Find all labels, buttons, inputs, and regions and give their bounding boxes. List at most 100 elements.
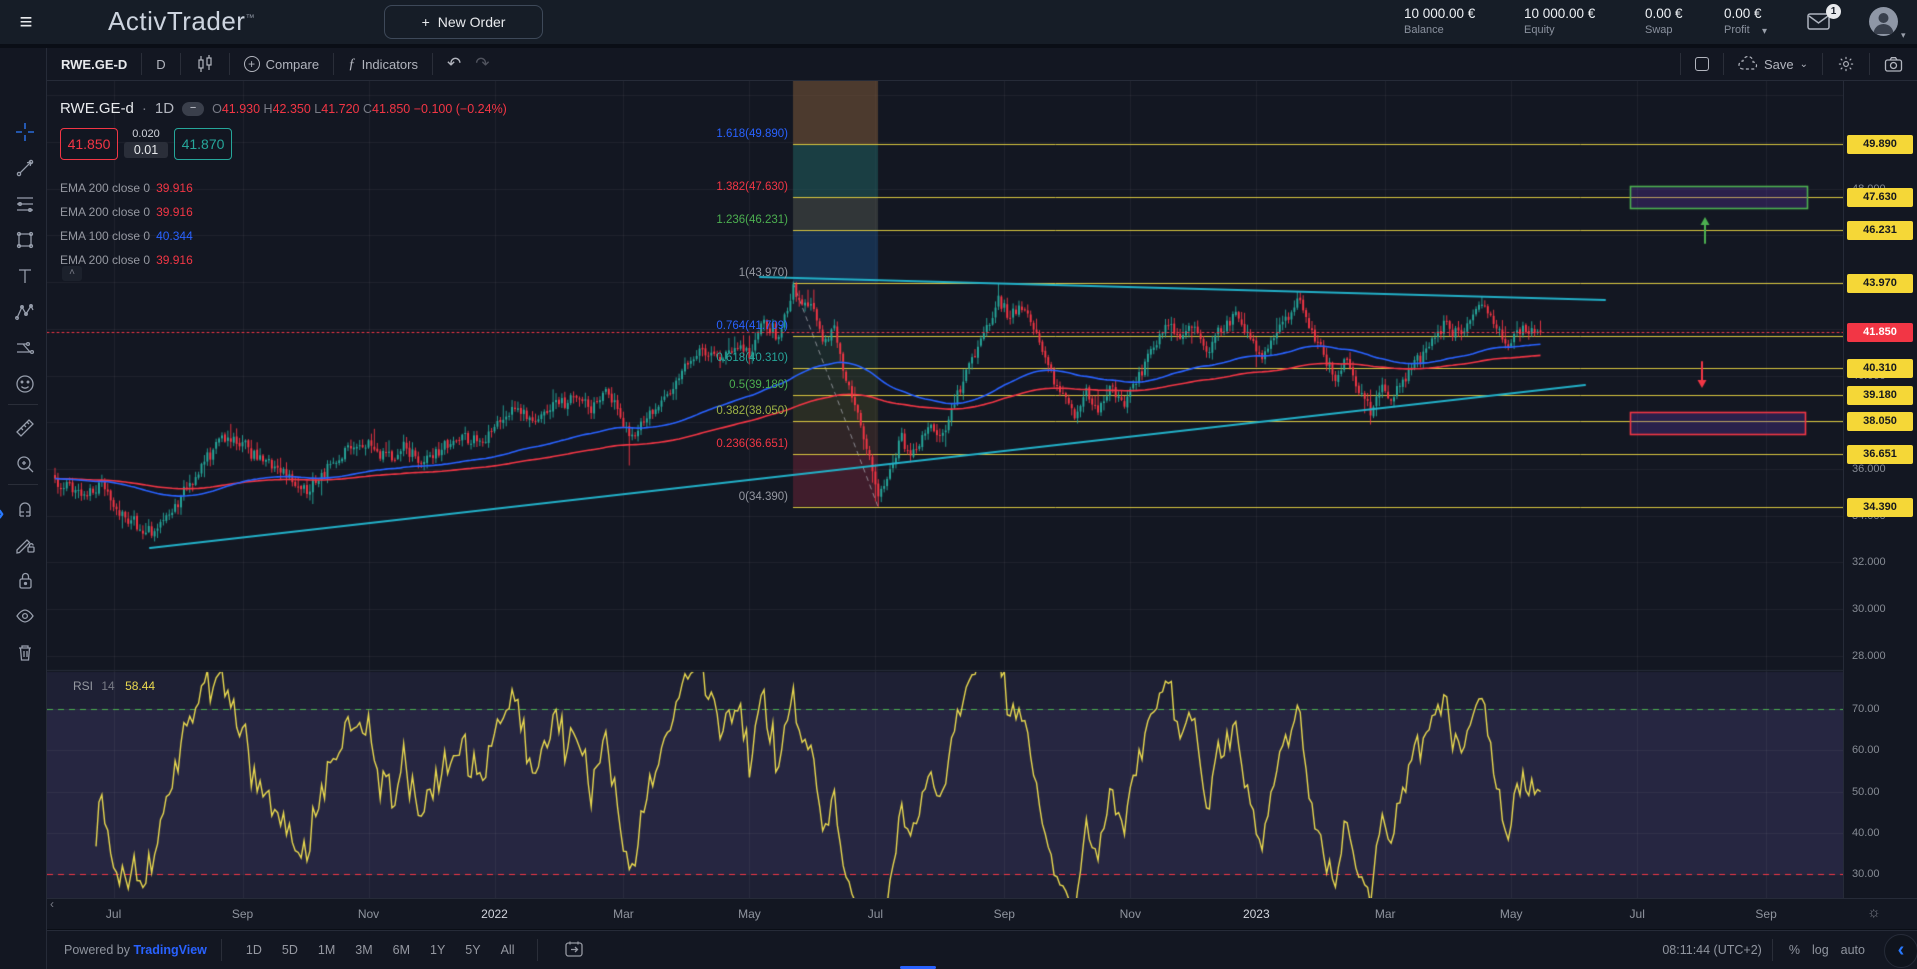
tool-ruler-icon[interactable] (9, 412, 41, 444)
symbol-button[interactable]: RWE.GE-D (47, 48, 141, 80)
price-axis[interactable]: 28.00030.00032.00034.00036.00038.00040.0… (1843, 81, 1917, 898)
timeframe-button-1y[interactable]: 1Y (422, 939, 453, 961)
tool-trend-line-icon[interactable] (9, 152, 41, 184)
stat-value: 10 000.00 € (1524, 6, 1595, 21)
legend-symbol[interactable]: RWE.GE-d (60, 100, 134, 117)
go-to-date-button[interactable] (564, 940, 584, 961)
timeframe-button-5d[interactable]: 5D (274, 939, 306, 961)
timeframe-button-1m[interactable]: 1M (310, 939, 343, 961)
theme-sun-icon[interactable]: ☼ (1867, 904, 1881, 921)
fib-level-label: 0.5(39.180) (729, 379, 788, 391)
timeframe-button-1d[interactable]: 1D (238, 939, 270, 961)
clock[interactable]: 08:11:44 (UTC+2) (1662, 943, 1761, 957)
price-level-badge: 49.890 (1847, 135, 1913, 154)
month-label: Sep (1755, 907, 1776, 921)
legend-separator: · (142, 100, 147, 117)
month-label: 2022 (481, 907, 508, 921)
tool-text-icon[interactable] (9, 260, 41, 292)
price-level-badge: 46.231 (1847, 221, 1913, 240)
price-tick-label: 30.000 (1852, 603, 1886, 615)
last-price-badge: 41.850 (1847, 323, 1913, 342)
indicator-title: EMA 100 close 0 (60, 229, 150, 243)
minimize-legend-button[interactable]: − (182, 102, 204, 116)
low-value: 41.720 (321, 102, 359, 116)
avatar[interactable] (1869, 7, 1898, 36)
chevron-down-icon[interactable]: ▾ (1901, 30, 1906, 41)
save-button[interactable]: Save ⌄ (1724, 48, 1822, 80)
chart-style-button[interactable] (181, 48, 229, 80)
chart-plot-area[interactable] (47, 81, 1843, 898)
tool-hide-all-icon[interactable] (9, 600, 41, 632)
scale-button-log[interactable]: log (1812, 943, 1829, 957)
tool-emoji-icon[interactable] (9, 368, 41, 400)
interval-button[interactable]: D (142, 48, 179, 80)
tool-forecast-icon[interactable] (9, 332, 41, 364)
timeframe-buttons: 1D5D1M3M6M1Y5YAll (236, 943, 525, 957)
interval-label: D (156, 57, 165, 72)
timeframe-button-5y[interactable]: 5Y (457, 939, 488, 961)
rsi-tick-label: 70.00 (1852, 703, 1880, 715)
screenshot-button[interactable] (1870, 48, 1917, 80)
redo-button[interactable]: ↷ (475, 48, 503, 80)
tool-zoom-in-icon[interactable] (9, 448, 41, 480)
chart-toolbar: RWE.GE-D D +Compare ƒ Indicators ↶ ↷ Save… (47, 48, 1917, 81)
stat-value: 10 000.00 € (1404, 6, 1475, 21)
price-tick-label: 28.000 (1852, 650, 1886, 662)
high-value: 42.350 (273, 102, 311, 116)
chevron-down-icon[interactable]: ▾ (1762, 26, 1767, 37)
spread-points: 0.020 (124, 128, 168, 140)
cloud-icon (1738, 56, 1758, 72)
tool-crosshair-icon[interactable] (9, 116, 41, 148)
undo-button[interactable]: ↶ (433, 48, 475, 80)
scale-button-%[interactable]: % (1789, 943, 1800, 957)
price-tick-label: 32.000 (1852, 556, 1886, 568)
month-label: Mar (1375, 907, 1396, 921)
settings-button[interactable] (1823, 48, 1869, 80)
tool-remove-all-icon[interactable] (9, 636, 41, 668)
tool-fib-retracement-icon[interactable] (9, 188, 41, 220)
layout-button[interactable] (1681, 48, 1723, 80)
time-axis[interactable]: ‹ ☼ JulSepNov2022MarMayJulSepNov2023MarM… (47, 898, 1917, 929)
tool-lock-all-icon[interactable] (9, 564, 41, 596)
indicator-value: 40.344 (156, 229, 193, 243)
function-icon: ƒ (348, 56, 356, 73)
tradingview-link[interactable]: TradingView (134, 943, 207, 957)
indicators-label: Indicators (362, 57, 418, 72)
indicator-legend-row[interactable]: EMA 100 close 0 40.344 (60, 229, 193, 243)
tool-xabcd-pattern-icon[interactable] (9, 296, 41, 328)
compare-button[interactable]: +Compare (230, 48, 333, 80)
timeframe-button-all[interactable]: All (493, 939, 523, 961)
expand-panel-chevron-icon[interactable]: › (0, 500, 4, 526)
indicator-legend-row[interactable]: EMA 200 close 039.916 (60, 205, 193, 219)
indicator-title: EMA 200 close 0 (60, 253, 150, 267)
hamburger-menu-icon[interactable]: ≡ (10, 11, 42, 33)
stat-value: 0.00 € (1724, 6, 1762, 21)
tool-shapes-icon[interactable] (9, 224, 41, 256)
timeframe-button-6m[interactable]: 6M (385, 939, 418, 961)
account-stat-profit: 0.00 €Profit (1724, 6, 1762, 36)
month-label: 2023 (1243, 907, 1270, 921)
stat-label: Swap (1645, 24, 1683, 36)
buy-button[interactable]: 41.870 (174, 128, 232, 160)
indicator-legend-row[interactable]: EMA 200 close 039.916 (60, 181, 193, 195)
collapse-chevron-icon[interactable]: ‹ (50, 897, 64, 913)
tool-drawing-lock-icon[interactable] (9, 528, 41, 560)
collapse-legend-button[interactable]: ˄ (62, 266, 82, 281)
indicators-button[interactable]: ƒ Indicators (334, 48, 432, 80)
scale-button-auto[interactable]: auto (1841, 943, 1865, 957)
tool-magnet-icon[interactable] (9, 492, 41, 524)
spread-value: 0.01 (124, 142, 168, 158)
spread-display: 0.020 0.01 (124, 128, 168, 158)
indicator-value: 39.916 (156, 253, 193, 267)
high-label: H (264, 102, 273, 116)
indicator-legend-row[interactable]: EMA 200 close 0 39.916 (60, 253, 193, 267)
fib-level-label: 0.618(40.310) (716, 352, 788, 364)
timeframe-button-3m[interactable]: 3M (347, 939, 380, 961)
month-label: May (1500, 907, 1523, 921)
month-label: Sep (232, 907, 253, 921)
indicator-value: 39.916 (156, 181, 193, 195)
collapse-panel-button[interactable]: ‹ (1884, 934, 1917, 968)
new-order-button[interactable]: +New Order (384, 5, 543, 39)
month-label: Jul (106, 907, 121, 921)
sell-button[interactable]: 41.850 (60, 128, 118, 160)
